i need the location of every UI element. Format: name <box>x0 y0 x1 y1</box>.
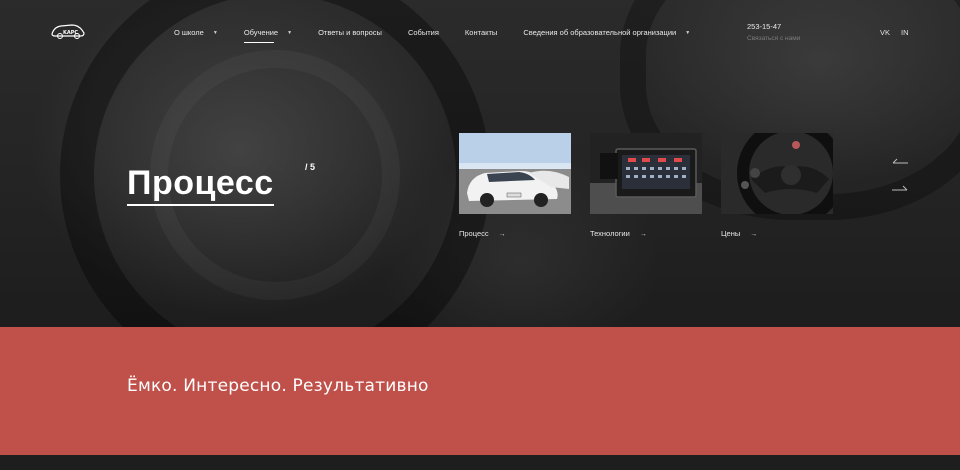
footer-strip <box>0 455 960 470</box>
arrow-right-icon[interactable] <box>892 182 908 192</box>
steering-wheel-photo <box>721 133 833 214</box>
chevron-down-icon: ▼ <box>685 29 691 36</box>
nav-item-contacts[interactable]: Контакты <box>465 28 497 37</box>
page-title: Процесс <box>127 162 274 206</box>
arrow-left-icon[interactable] <box>892 155 908 165</box>
card-technologies[interactable]: Технологии → <box>590 133 702 238</box>
tagline-text: Ёмко. Интересно. Результативно <box>127 376 429 396</box>
contact-us-link[interactable]: Связаться с нами <box>747 35 800 42</box>
dashboard-photo <box>590 133 702 214</box>
car-photo <box>459 133 571 214</box>
main-nav: О школе ▼ Обучение ▼ Ответы и вопросы Со… <box>174 28 716 43</box>
car-logo-icon[interactable]: KAPC <box>50 21 86 41</box>
nav-item-training[interactable]: Обучение ▼ <box>243 28 293 43</box>
chevron-down-icon: ▼ <box>287 29 293 36</box>
card-title: Цены <box>721 229 741 238</box>
nav-item-label: О школе <box>174 28 204 37</box>
arrow-right-icon: → <box>750 231 758 238</box>
nav-item-label: Контакты <box>464 28 498 37</box>
vk-link[interactable]: VK <box>880 28 890 37</box>
arrow-right-icon: → <box>498 231 506 238</box>
card-title: Процесс <box>459 229 489 238</box>
svg-text:KAPC: KAPC <box>63 30 78 36</box>
page-title-wrap: Процесс <box>127 162 274 206</box>
nav-item-about[interactable]: О школе ▼ <box>174 28 218 37</box>
nav-item-faq[interactable]: Ответы и вопросы <box>318 28 382 37</box>
nav-item-label: Обучение <box>243 28 279 37</box>
card-label: Процесс → <box>459 229 506 238</box>
nav-item-label: События <box>407 28 439 37</box>
chevron-down-icon: ▼ <box>212 29 218 36</box>
nav-item-org-info[interactable]: Сведения об образовательной организации … <box>523 28 690 37</box>
nav-item-events[interactable]: События <box>408 28 439 37</box>
arrow-right-icon: → <box>639 231 647 238</box>
slide-counter: / 5 <box>305 162 316 172</box>
card-label: Цены → <box>721 229 757 238</box>
phone-number[interactable]: 253-15-47 <box>747 22 781 31</box>
card-title: Технологии <box>590 229 630 238</box>
card-process[interactable]: Процесс → <box>459 133 571 238</box>
card-label: Технологии → <box>590 229 647 238</box>
nav-item-label: Ответы и вопросы <box>318 28 382 37</box>
card-prices[interactable]: Цены → <box>721 133 833 238</box>
nav-item-label: Сведения об образовательной организации <box>523 28 677 37</box>
instagram-link[interactable]: IN <box>901 28 909 37</box>
